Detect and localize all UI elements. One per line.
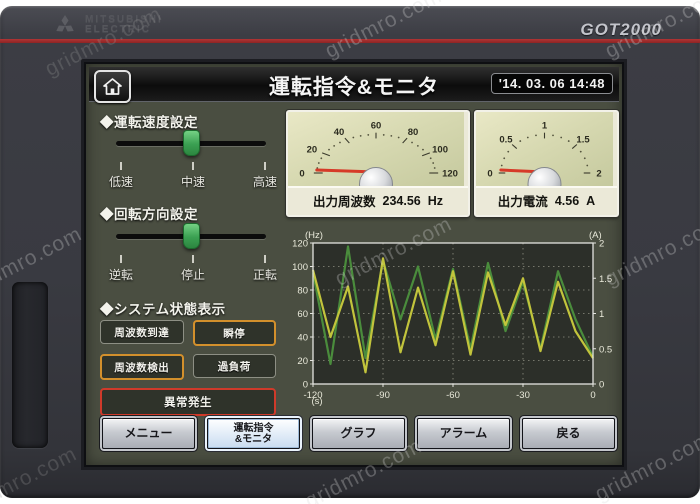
lamp-frequency-detect: 周波数検出 — [100, 354, 184, 380]
svg-text:1.5: 1.5 — [599, 274, 612, 285]
gauge-output-current: 0 0.5 1 1.5 2 出力電流 4.56 A — [474, 110, 619, 217]
screen-header: 運転指令&モニタ '14. 03. 06 14:48 — [89, 67, 619, 103]
nav-button-label: 運転指令 — [233, 422, 274, 434]
svg-text:100: 100 — [432, 145, 448, 156]
lamp-instantaneous-stop: 瞬停 — [192, 320, 276, 346]
svg-text:0: 0 — [599, 380, 604, 391]
direction-option-label: 逆転 — [108, 268, 133, 282]
mitsubishi-logo: MITSUBISHI ELECTRIC — [52, 14, 163, 36]
scale-tick — [264, 162, 266, 170]
direction-section-heading: ◆回転方向設定 — [100, 207, 198, 222]
bezel-red-stripe — [0, 39, 700, 43]
speed-option-label: 高速 — [252, 175, 277, 189]
gauge-name: 出力周波数 — [312, 195, 376, 209]
brand-line2: ELECTRIC — [85, 24, 151, 35]
nav-bar: メニュー 運転指令 &モニタ グラフ アラーム 戻る — [102, 418, 615, 449]
datetime-display: '14. 03. 06 14:48 — [490, 73, 613, 94]
direction-slider[interactable] — [116, 223, 266, 250]
direction-option-reverse: 逆転 — [93, 255, 149, 283]
device-photo: MITSUBISHI ELECTRIC GOT2000 運転指令&モニタ '14… — [0, 0, 700, 504]
nav-button-label: &モニタ — [234, 433, 273, 445]
direction-option-label: 正転 — [252, 268, 277, 282]
gauge-unit: Hz — [427, 193, 444, 208]
svg-text:20: 20 — [307, 145, 318, 156]
gauge-output-frequency: 0 20 40 60 80 100 120 出力周波数 234.56 Hz — [286, 110, 470, 217]
speed-section-heading: ◆運転速度設定 — [100, 115, 198, 130]
nav-button-label: グラフ — [340, 425, 377, 440]
nav-button-graph[interactable]: グラフ — [312, 418, 405, 449]
svg-text:40: 40 — [334, 127, 345, 138]
svg-text:2: 2 — [596, 169, 601, 180]
svg-text:0.5: 0.5 — [599, 344, 612, 355]
nav-button-operation-monitor[interactable]: 運転指令 &モニタ — [207, 418, 300, 449]
direction-slider-thumb[interactable] — [183, 223, 200, 249]
nav-button-label: 戻る — [556, 425, 581, 440]
svg-text:1: 1 — [542, 121, 548, 132]
gauge-readout: 出力周波数 234.56 Hz — [288, 186, 468, 213]
lamp-fault-occurred: 異常発生 — [100, 388, 276, 416]
nav-button-label: アラーム — [439, 425, 488, 440]
gauge-readout: 出力電流 4.56 A — [476, 186, 617, 213]
bezel-side-slot — [12, 282, 48, 448]
svg-text:40: 40 — [297, 333, 308, 344]
speed-option-high: 高速 — [237, 162, 293, 190]
svg-text:60: 60 — [371, 121, 382, 132]
nav-button-alarm[interactable]: アラーム — [417, 418, 510, 449]
scale-tick — [120, 255, 122, 263]
svg-text:-30: -30 — [516, 390, 530, 401]
got2000-logo: GOT2000 — [580, 20, 662, 39]
touchscreen: 運転指令&モニタ '14. 03. 06 14:48 ◆運転速度設定 低速 中速 — [84, 62, 624, 467]
speed-option-label: 低速 — [108, 175, 133, 189]
gauge-value: 4.56 — [554, 193, 580, 208]
trend-chart: 02040608010012000.511.52-120 -90 -60 -30 0(H… — [292, 230, 612, 406]
svg-text:20: 20 — [297, 356, 308, 367]
svg-text:1.5: 1.5 — [576, 135, 590, 146]
speed-options: 低速 中速 高速 — [93, 162, 293, 190]
device-bezel: MITSUBISHI ELECTRIC GOT2000 運転指令&モニタ '14… — [0, 6, 700, 498]
status-lamp-grid: 周波数到達 瞬停 周波数検出 過負荷 異常発生 — [100, 320, 276, 416]
gauge-name: 出力電流 — [497, 195, 548, 209]
svg-text:0.5: 0.5 — [499, 135, 513, 146]
direction-option-stop: 停止 — [165, 255, 221, 283]
svg-text:-60: -60 — [446, 390, 460, 401]
analog-gauge-face: 0 0.5 1 1.5 2 — [476, 112, 613, 186]
svg-text:80: 80 — [408, 127, 419, 138]
svg-text:(Hz): (Hz) — [305, 230, 323, 241]
speed-option-label: 中速 — [180, 175, 205, 189]
lamp-frequency-reached: 周波数到達 — [100, 320, 184, 344]
svg-text:-90: -90 — [376, 390, 390, 401]
svg-text:(s): (s) — [311, 396, 322, 406]
svg-text:1: 1 — [599, 309, 604, 320]
nav-button-menu[interactable]: メニュー — [102, 418, 195, 449]
speed-slider-thumb[interactable] — [183, 130, 200, 156]
svg-text:0: 0 — [590, 390, 595, 401]
direction-option-forward: 正転 — [237, 255, 293, 283]
svg-text:0: 0 — [299, 169, 304, 180]
gauge-unit: A — [586, 193, 596, 208]
svg-text:0: 0 — [303, 380, 308, 391]
speed-option-mid: 中速 — [165, 162, 221, 190]
brand-text: MITSUBISHI ELECTRIC — [85, 14, 163, 36]
status-section-heading: ◆システム状態表示 — [100, 302, 226, 317]
scale-tick — [192, 162, 194, 170]
direction-options: 逆転 停止 正転 — [93, 255, 293, 283]
svg-text:120: 120 — [442, 169, 458, 180]
direction-option-label: 停止 — [180, 268, 205, 282]
lamp-overload: 過負荷 — [192, 354, 276, 378]
analog-gauge-face: 0 20 40 60 80 100 120 — [288, 112, 464, 186]
svg-text:60: 60 — [297, 309, 308, 320]
scale-tick — [192, 255, 194, 263]
scale-tick — [120, 162, 122, 170]
svg-text:(A): (A) — [589, 230, 602, 241]
svg-text:100: 100 — [292, 262, 308, 273]
three-diamonds-icon — [56, 15, 74, 32]
svg-text:80: 80 — [297, 286, 308, 297]
nav-button-label: メニュー — [124, 425, 173, 440]
svg-text:0: 0 — [487, 169, 492, 180]
speed-option-low: 低速 — [93, 162, 149, 190]
gauge-value: 234.56 — [382, 193, 421, 208]
scale-tick — [264, 255, 266, 263]
nav-button-back[interactable]: 戻る — [522, 418, 615, 449]
speed-slider[interactable] — [116, 130, 266, 157]
